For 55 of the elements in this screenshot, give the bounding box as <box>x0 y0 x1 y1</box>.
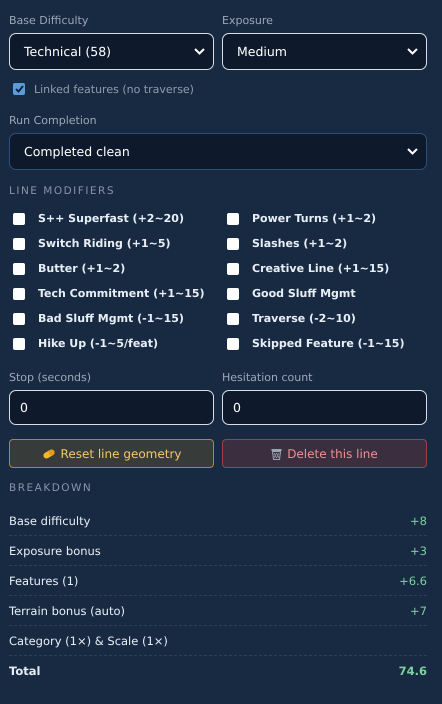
checkbox[interactable] <box>13 288 25 300</box>
breakdown-value: 74.6 <box>398 664 427 678</box>
breakdown-label: Terrain bonus (auto) <box>9 604 125 618</box>
checkbox-label: Bad Sluff Mgmt (-1~15) <box>38 312 184 325</box>
section-heading: BREAKDOWN <box>9 482 94 494</box>
breakdown-label: Features (1) <box>9 574 78 588</box>
checkbox-label: Butter (+1~2) <box>38 262 126 275</box>
trash-icon <box>271 448 282 460</box>
chevron-icon <box>407 48 418 55</box>
breakdown-value: +6.6 <box>399 574 427 588</box>
checkbox[interactable] <box>13 83 25 95</box>
chevron-icon <box>407 148 418 155</box>
checkbox[interactable] <box>13 262 25 274</box>
delete-button[interactable]: Delete this line <box>222 439 427 468</box>
field-label: Exposure <box>222 14 274 27</box>
checkbox-label: Hike Up (-1~5/feat) <box>38 337 158 350</box>
checkbox[interactable] <box>227 338 239 350</box>
checkbox[interactable] <box>227 238 239 250</box>
checkbox[interactable] <box>13 238 25 250</box>
breakdown-value: +7 <box>410 604 427 618</box>
checkbox[interactable] <box>13 212 25 224</box>
run-completion-dropdown[interactable]: Completed clean <box>9 133 427 170</box>
checkbox-label: Tech Commitment (+1~15) <box>38 287 205 300</box>
field-label: Run Completion <box>9 114 98 127</box>
checkbox[interactable] <box>227 288 239 300</box>
checkbox[interactable] <box>13 338 25 350</box>
checkbox-label: Slashes (+1~2) <box>252 237 348 250</box>
checkbox-label: S++ Superfast (+2~20) <box>38 212 184 225</box>
field-label: Base Difficulty <box>9 14 90 27</box>
checkbox-label: Traverse (-2~10) <box>252 312 356 325</box>
checkbox-label: Linked features (no traverse) <box>34 82 194 96</box>
checkbox-label: Skipped Feature (-1~15) <box>252 337 404 350</box>
breakdown-label: Base difficulty <box>9 514 90 528</box>
breakdown-value: +8 <box>410 514 427 528</box>
exposure-dropdown[interactable]: Medium <box>222 33 427 70</box>
checkbox-label: Good Sluff Mgmt <box>252 287 356 300</box>
input-field[interactable]: 0 <box>222 390 427 425</box>
chevron-icon <box>194 48 205 55</box>
breakdown-label: Exposure bonus <box>9 544 101 558</box>
breakdown-label: Category (1×) & Scale (1×) <box>9 634 168 648</box>
checkbox[interactable] <box>227 212 239 224</box>
section-heading: LINE MODIFIERS <box>9 185 116 197</box>
checkbox-label: Power Turns (+1~2) <box>252 212 376 225</box>
checkbox[interactable] <box>13 312 25 324</box>
breakdown-label: Total <box>9 664 40 678</box>
checkbox[interactable] <box>227 262 239 274</box>
field-label: Hesitation count <box>222 371 314 384</box>
difficulty-dropdown[interactable]: Technical (58) <box>9 33 214 70</box>
breakdown-value: +3 <box>410 544 427 558</box>
checkbox-label: Creative Line (+1~15) <box>252 262 390 275</box>
reset-button[interactable]: Reset line geometry <box>9 439 214 468</box>
field-label: Stop (seconds) <box>9 371 92 384</box>
checkbox[interactable] <box>227 312 239 324</box>
input-field[interactable]: 0 <box>9 390 214 425</box>
checkbox-label: Switch Riding (+1~5) <box>38 237 171 250</box>
